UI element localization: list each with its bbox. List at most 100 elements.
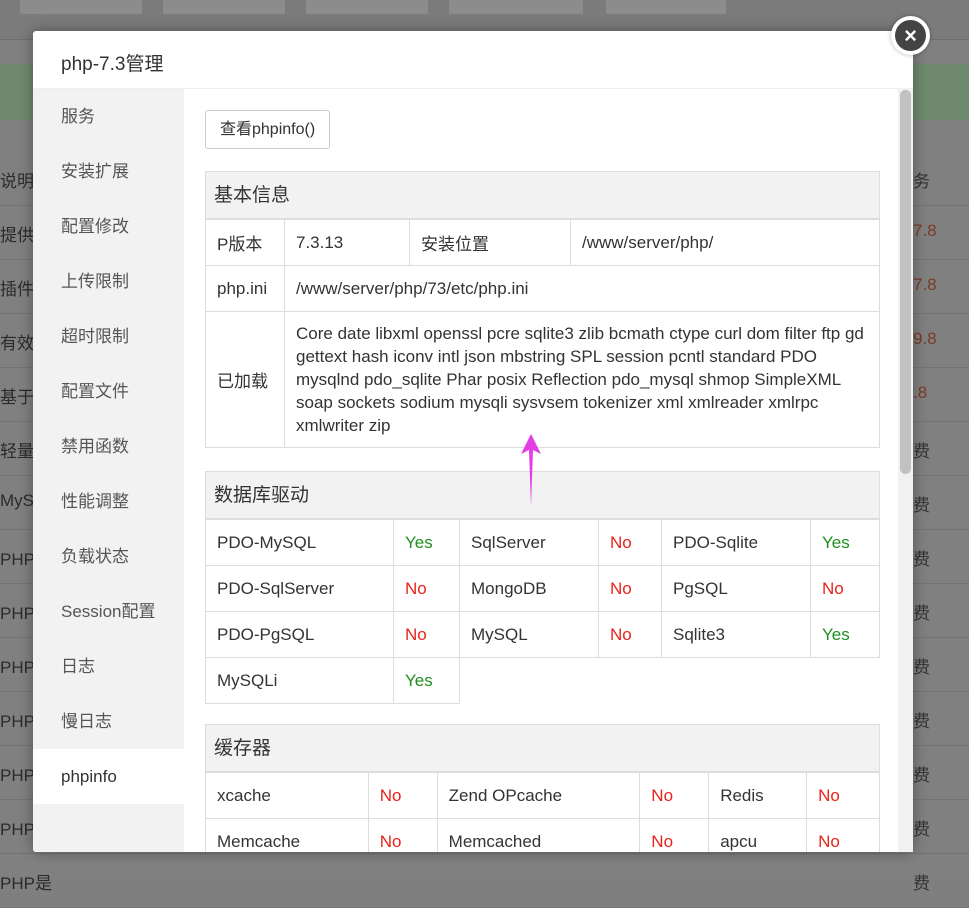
close-button[interactable]: × — [891, 16, 930, 55]
db-driver-status: Yes — [810, 519, 880, 566]
background-row-value: 费 — [913, 550, 930, 569]
db-drivers-table: PDO-MySQL Yes SqlServer No PDO-Sqlite Yes PDO-… — [205, 519, 880, 704]
db-driver-status: No — [810, 565, 880, 612]
sidebar-item-timeout-limit[interactable]: 超时限制 — [33, 309, 184, 364]
background-tab — [306, 0, 428, 14]
cache-status: No — [806, 772, 880, 819]
db-driver-status: Yes — [393, 519, 460, 566]
table-row: 已加载 Core date libxml openssl pcre sqlite… — [205, 311, 880, 448]
background-row: PHP是 费 — [0, 854, 969, 908]
cache-name: Zend OPcache — [436, 772, 641, 819]
cache-status: No — [367, 772, 438, 819]
db-driver-name: SqlServer — [459, 519, 599, 566]
version-value: 7.3.13 — [284, 219, 410, 266]
php-ini-label: php.ini — [205, 265, 285, 312]
install-location-value: /www/server/php/ — [570, 219, 880, 266]
sidebar-item-load-status[interactable]: 负载状态 — [33, 529, 184, 584]
table-row: xcache No Zend OPcache No Redis No — [205, 772, 880, 819]
background-row-value: 7.8 — [913, 275, 937, 294]
view-phpinfo-button[interactable]: 查看phpinfo() — [205, 110, 331, 149]
sidebar-item-service[interactable]: 服务 — [33, 89, 184, 144]
scrollbar-thumb[interactable] — [900, 90, 911, 474]
db-driver-status: Yes — [810, 611, 880, 658]
sidebar-item-config-file[interactable]: 配置文件 — [33, 364, 184, 419]
table-row: Memcache No Memcached No apcu No — [205, 818, 880, 852]
background-row-value: 费 — [913, 766, 930, 785]
table-row: php.ini /www/server/php/73/etc/php.ini — [205, 265, 880, 312]
cache-status: No — [367, 818, 438, 852]
table-row: P版本 7.3.13 安装位置 /www/server/php/ — [205, 219, 880, 266]
db-driver-name: PgSQL — [661, 565, 811, 612]
background-tab — [20, 0, 142, 14]
db-driver-status: No — [598, 611, 662, 658]
db-driver-name: MySQLi — [205, 657, 394, 704]
background-row-value: 费 — [913, 658, 930, 677]
cache-status: No — [639, 772, 710, 819]
background-row-text: 说明 — [0, 172, 34, 191]
sidebar: 服务 安装扩展 配置修改 上传限制 超时限制 配置文件 禁用函数 性能调整 负载… — [33, 89, 184, 852]
cache-name: Memcache — [205, 818, 369, 852]
background-row-value: 费 — [913, 712, 930, 731]
background-row-value: 务 — [913, 172, 930, 191]
cache-status: No — [806, 818, 880, 852]
cache-title: 缓存器 — [205, 724, 880, 772]
cache-name: Redis — [708, 772, 808, 819]
content-panel: 查看phpinfo() 基本信息 P版本 7.3.13 安装位置 /www/se… — [205, 110, 880, 852]
background-row-value: 7.8 — [913, 221, 937, 240]
background-tab — [449, 0, 583, 14]
db-driver-name: MySQL — [459, 611, 599, 658]
db-driver-name: PDO-MySQL — [205, 519, 394, 566]
loaded-extensions-value: Core date libxml openssl pcre sqlite3 zl… — [284, 311, 880, 448]
basic-info-table: P版本 7.3.13 安装位置 /www/server/php/ php.ini… — [205, 219, 880, 448]
cache-status: No — [639, 818, 710, 852]
db-driver-name: Sqlite3 — [661, 611, 811, 658]
db-driver-status: No — [598, 519, 662, 566]
basic-info-title: 基本信息 — [205, 171, 880, 219]
cache-table: xcache No Zend OPcache No Redis No Memcache No M… — [205, 772, 880, 852]
background-row-value: 费 — [913, 820, 930, 839]
background-tab — [163, 0, 285, 14]
sidebar-item-upload-limit[interactable]: 上传限制 — [33, 254, 184, 309]
sidebar-item-session-config[interactable]: Session配置 — [33, 584, 184, 639]
table-row: MySQLi Yes — [205, 657, 880, 704]
sidebar-item-slow-log[interactable]: 慢日志 — [33, 694, 184, 749]
background-row-value: 费 — [913, 496, 930, 515]
cache-name: xcache — [205, 772, 369, 819]
background-row-value: 费 — [913, 442, 930, 461]
sidebar-item-log[interactable]: 日志 — [33, 639, 184, 694]
background-row-value: .8 — [913, 383, 928, 402]
annotation-arrow-icon — [521, 434, 541, 506]
background-row-text: PHP是 — [0, 874, 52, 893]
db-driver-status: Yes — [393, 657, 460, 704]
sidebar-item-disabled-functions[interactable]: 禁用函数 — [33, 419, 184, 474]
cache-name: apcu — [708, 818, 808, 852]
modal-title: php-7.3管理 — [33, 31, 913, 89]
background-row-value: 费 — [913, 874, 930, 893]
cache-name: Memcached — [436, 818, 641, 852]
background-row-value: 费 — [913, 604, 930, 623]
db-driver-name: PDO-SqlServer — [205, 565, 394, 612]
sidebar-item-performance[interactable]: 性能调整 — [33, 474, 184, 529]
table-row: PDO-MySQL Yes SqlServer No PDO-Sqlite Yes — [205, 519, 880, 566]
table-row: PDO-SqlServer No MongoDB No PgSQL No — [205, 565, 880, 612]
db-driver-name: MongoDB — [459, 565, 599, 612]
sidebar-item-phpinfo[interactable]: phpinfo — [33, 749, 184, 804]
close-icon[interactable]: × — [895, 20, 926, 51]
db-driver-status: No — [393, 565, 460, 612]
background-row-value: 9.8 — [913, 329, 937, 348]
db-driver-name: PDO-PgSQL — [205, 611, 394, 658]
table-row: PDO-PgSQL No MySQL No Sqlite3 Yes — [205, 611, 880, 658]
sidebar-item-install-extensions[interactable]: 安装扩展 — [33, 144, 184, 199]
php-ini-value: /www/server/php/73/etc/php.ini — [284, 265, 880, 312]
loaded-label: 已加载 — [205, 311, 285, 448]
php-manager-modal: php-7.3管理 服务 安装扩展 配置修改 上传限制 超时限制 配置文件 禁用… — [33, 31, 913, 852]
cache-section: 缓存器 xcache No Zend OPcache No Redis No Memcach… — [205, 724, 880, 852]
db-driver-name: PDO-Sqlite — [661, 519, 811, 566]
sidebar-item-config-edit[interactable]: 配置修改 — [33, 199, 184, 254]
background-tab — [606, 0, 726, 14]
install-location-label: 安装位置 — [409, 219, 571, 266]
version-label: P版本 — [205, 219, 285, 266]
basic-info-section: 基本信息 P版本 7.3.13 安装位置 /www/server/php/ ph… — [205, 171, 880, 448]
db-driver-status: No — [598, 565, 662, 612]
db-driver-status: No — [393, 611, 460, 658]
